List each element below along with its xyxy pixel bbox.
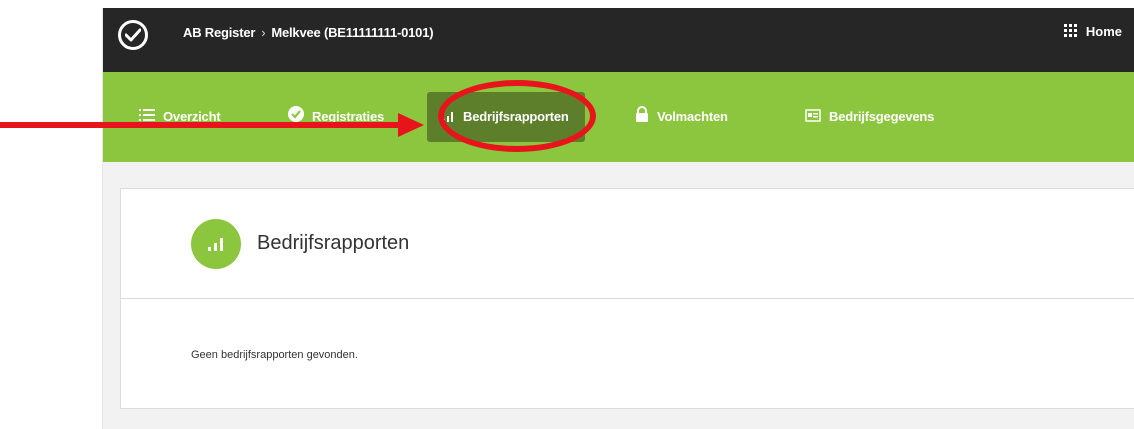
id-card-icon	[805, 93, 821, 143]
tab-registraties[interactable]: Registraties	[288, 92, 384, 142]
top-bar: AB Register › Melkvee (BE11111111-0101) Ho…	[103, 8, 1134, 72]
signal-bars-icon	[191, 219, 241, 269]
annotation-arrow-line	[0, 122, 405, 128]
breadcrumb-separator: ›	[261, 25, 266, 40]
empty-state-message: Geen bedrijfsrapporten gevonden.	[191, 349, 358, 361]
home-button[interactable]: Home	[1063, 24, 1122, 41]
list-icon	[139, 93, 155, 143]
reports-card: Bedrijfsrapporten Geen bedrijfsrapporten…	[120, 188, 1134, 409]
annotation-arrow-head	[398, 113, 424, 137]
home-label: Home	[1085, 24, 1122, 39]
apps-grid-icon	[1063, 24, 1078, 41]
lock-icon	[635, 93, 649, 143]
main-navigation: Overzicht Registraties Bedrijfsrapporten…	[103, 72, 1134, 162]
breadcrumb: AB Register › Melkvee (BE11111111-0101)	[183, 25, 434, 40]
annotation-highlight-circle	[438, 80, 596, 152]
tab-label: Volmachten	[657, 109, 728, 124]
tab-bedrijfsgegevens[interactable]: Bedrijfsgegevens	[805, 92, 934, 142]
card-header: Bedrijfsrapporten	[121, 189, 1134, 299]
tab-label: Bedrijfsgegevens	[829, 109, 935, 124]
tab-volmachten[interactable]: Volmachten	[635, 92, 728, 142]
breadcrumb-current: Melkvee (BE11111111-0101)	[271, 25, 434, 40]
tab-overzicht[interactable]: Overzicht	[139, 92, 221, 143]
page-title: Bedrijfsrapporten	[257, 232, 410, 254]
check-circle-icon	[288, 93, 304, 143]
check-logo-icon[interactable]	[118, 20, 148, 50]
breadcrumb-root[interactable]: AB Register	[183, 25, 255, 40]
app-window: AB Register › Melkvee (BE11111111-0101) Ho…	[103, 8, 1134, 429]
